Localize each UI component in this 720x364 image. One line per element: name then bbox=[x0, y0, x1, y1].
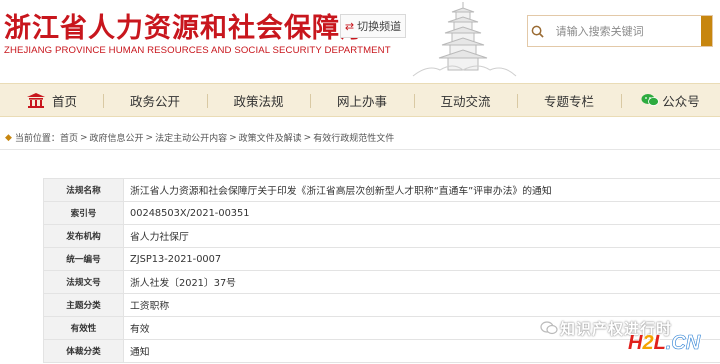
table-row: 索引号 00248503X/2021-00351 bbox=[44, 202, 720, 225]
watermark-logo: H2L.CN bbox=[628, 332, 701, 355]
breadcrumb-prefix: 当前位置： bbox=[14, 134, 60, 144]
breadcrumb-item[interactable]: 政策文件及解读 bbox=[239, 131, 302, 144]
switch-channel-button[interactable]: ⇄ 切换频道 bbox=[340, 14, 406, 38]
nav-item-policies[interactable]: 政策法规 bbox=[207, 84, 310, 116]
breadcrumb-separator: > bbox=[79, 132, 88, 143]
breadcrumb: ◆ 当前位置： 首页 > 政府信息公开 > 法定主动公开内容 > 政策文件及解读… bbox=[5, 131, 394, 145]
site-title[interactable]: 浙江省人力资源和社会保障厅 bbox=[4, 6, 368, 45]
table-row: 法规文号 浙人社发〔2021〕37号 bbox=[44, 271, 720, 294]
search-input[interactable] bbox=[547, 17, 701, 45]
row-label: 有效性 bbox=[44, 317, 124, 339]
table-row: 法规名称 浙江省人力资源和社会保障厅关于印发《浙江省高层次创新型人才职称“直通车… bbox=[44, 179, 720, 202]
breadcrumb-item[interactable]: 法定主动公开内容 bbox=[155, 131, 227, 144]
row-label: 法规名称 bbox=[44, 179, 124, 201]
nav-item-interaction[interactable]: 互动交流 bbox=[414, 84, 517, 116]
search-submit-button[interactable] bbox=[700, 16, 712, 46]
nav-item-gov-affairs[interactable]: 政务公开 bbox=[103, 84, 207, 116]
breadcrumb-separator: > bbox=[303, 132, 312, 143]
table-row: 主题分类 工资职称 bbox=[44, 294, 720, 317]
home-icon bbox=[26, 92, 46, 108]
pagoda-illustration bbox=[412, 2, 517, 77]
breadcrumb-item[interactable]: 有效行政规范性文件 bbox=[313, 131, 394, 144]
row-value: 省人力社保厅 bbox=[130, 232, 189, 243]
row-label: 发布机构 bbox=[44, 225, 124, 247]
nav-item-home[interactable]: 首页 bbox=[0, 84, 103, 116]
breadcrumb-item[interactable]: 政府信息公开 bbox=[90, 131, 144, 144]
table-row: 体裁分类 通知 bbox=[44, 340, 720, 363]
table-row: 统一编号 ZJSP13-2021-0007 bbox=[44, 248, 720, 271]
table-row: 发布机构 省人力社保厅 bbox=[44, 225, 720, 248]
search-box bbox=[527, 15, 713, 47]
row-label: 索引号 bbox=[44, 202, 124, 224]
switch-channel-label: 切换频道 bbox=[357, 20, 402, 33]
nav-item-label: 专题专栏 bbox=[543, 93, 594, 109]
breadcrumb-item[interactable]: 首页 bbox=[60, 131, 78, 144]
nav-item-label: 首页 bbox=[51, 93, 77, 109]
row-value: 工资职称 bbox=[130, 301, 170, 312]
breadcrumb-separator: > bbox=[229, 132, 237, 143]
divider bbox=[0, 149, 720, 150]
row-label: 法规文号 bbox=[44, 271, 124, 293]
row-value: 00248503X/2021-00351 bbox=[130, 207, 250, 219]
wechat-watermark-icon bbox=[540, 321, 558, 335]
nav-item-label: 网上办事 bbox=[336, 93, 387, 109]
nav-item-official-account[interactable]: 公众号 bbox=[621, 84, 720, 116]
row-value: ZJSP13-2021-0007 bbox=[130, 253, 222, 265]
row-value: 浙江省人力资源和社会保障厅关于印发《浙江省高层次创新型人才职称“直通车”评审办法… bbox=[130, 186, 552, 197]
nav-item-special-topics[interactable]: 专题专栏 bbox=[517, 84, 621, 116]
nav-item-label: 政务公开 bbox=[129, 93, 180, 109]
location-icon: ◆ bbox=[5, 132, 12, 143]
row-label: 统一编号 bbox=[44, 248, 124, 270]
nav-item-label: 互动交流 bbox=[440, 93, 491, 109]
site-subtitle: ZHEJIANG PROVINCE HUMAN RESOURCES AND SO… bbox=[4, 45, 391, 56]
nav-item-label: 公众号 bbox=[662, 93, 700, 109]
breadcrumb-separator: > bbox=[145, 132, 154, 143]
row-value: 浙人社发〔2021〕37号 bbox=[130, 278, 236, 289]
nav-item-label: 政策法规 bbox=[233, 93, 284, 109]
wechat-icon bbox=[641, 93, 660, 107]
nav-item-online-services[interactable]: 网上办事 bbox=[310, 84, 414, 116]
row-label: 主题分类 bbox=[44, 294, 124, 316]
search-icon[interactable] bbox=[528, 16, 548, 46]
site-header: 浙江省人力资源和社会保障厅 ZHEJIANG PROVINCE HUMAN RE… bbox=[0, 0, 720, 78]
main-nav: 首页 政务公开 政策法规 网上办事 互动交流 专题专栏 公众号 bbox=[0, 83, 720, 117]
row-label: 体裁分类 bbox=[44, 340, 124, 362]
shuffle-icon: ⇄ bbox=[344, 19, 355, 33]
